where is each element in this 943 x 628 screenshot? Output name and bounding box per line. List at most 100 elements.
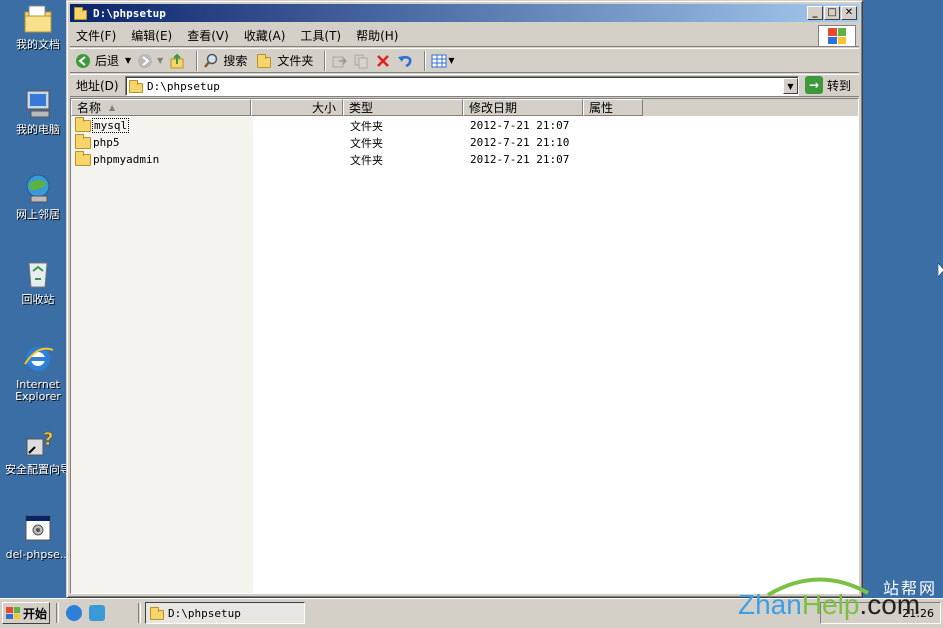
desktop-icon-network[interactable]: 网上邻居: [0, 172, 76, 221]
table-row[interactable]: php5 文件夹 2012-7-21 21:10: [71, 133, 858, 151]
back-dropdown-icon[interactable]: ▼: [125, 56, 131, 65]
menu-file[interactable]: 文件(F): [76, 27, 116, 44]
folders-label: 文件夹: [277, 54, 314, 68]
table-row[interactable]: mysql 文件夹 2012-7-21 21:07: [71, 116, 858, 134]
desktop-icon-label: Internet Explorer: [15, 379, 61, 403]
menu-edit[interactable]: 编辑(E): [131, 27, 172, 44]
folders-icon: [257, 53, 272, 68]
views-grid-icon: [431, 54, 447, 67]
menu-favorites[interactable]: 收藏(A): [244, 27, 286, 44]
table-row[interactable]: phpmyadmin 文件夹 2012-7-21 21:07: [71, 150, 858, 168]
back-label: 后退: [95, 54, 120, 68]
menu-view[interactable]: 查看(V): [187, 27, 229, 44]
minimize-button[interactable]: _: [807, 6, 823, 20]
address-value: D:\phpsetup: [147, 79, 220, 93]
column-header-attributes[interactable]: 属性: [583, 99, 643, 116]
undo-icon: [398, 55, 412, 67]
search-button[interactable]: 搜索: [203, 50, 247, 72]
address-input[interactable]: D:\phpsetup ▼: [125, 76, 799, 96]
desktop-icon-label: 回收站: [21, 294, 55, 306]
column-header-row: 名称 ▲ 大小 类型 修改日期 属性: [71, 99, 858, 116]
quicklaunch-separator: [56, 603, 59, 623]
folders-button[interactable]: 文件夹: [257, 50, 313, 72]
toolbar-separator: [196, 50, 199, 71]
delete-x-icon: [377, 54, 390, 67]
file-type: 文件夹: [350, 119, 383, 133]
desktop-icon-security-wizard[interactable]: ? 安全配置向导: [0, 427, 76, 476]
toolbar-separator: [324, 50, 327, 71]
file-type: 文件夹: [350, 136, 383, 150]
column-header-type[interactable]: 类型: [343, 99, 463, 116]
folder-icon: [75, 150, 91, 166]
menu-bar: 文件(F) 编辑(E) 查看(V) 收藏(A) 工具(T) 帮助(H): [70, 25, 859, 47]
column-header-size[interactable]: 大小: [251, 99, 343, 116]
mouse-cursor-icon: [938, 263, 943, 277]
batch-file-icon: [21, 512, 55, 546]
toolbar-separator: [424, 50, 427, 71]
standard-toolbar: 后退 ▼ ▼ 搜索 文件夹 ▼: [70, 48, 859, 73]
taskbar-separator: [138, 603, 141, 623]
folder-icon: [75, 116, 91, 132]
column-header-modified[interactable]: 修改日期: [463, 99, 583, 116]
search-icon: [204, 53, 218, 68]
my-documents-icon: [21, 2, 55, 36]
desktop-icon-my-computer[interactable]: 我的电脑: [0, 87, 76, 136]
file-type: 文件夹: [350, 153, 383, 167]
menu-tools[interactable]: 工具(T): [300, 27, 341, 44]
start-label: 开始: [23, 606, 48, 621]
folder-icon: [129, 79, 143, 93]
file-rows: mysql 文件夹 2012-7-21 21:07 php5 文件夹 2012-…: [71, 116, 858, 168]
network-places-icon: [21, 172, 55, 206]
window-title: D:\phpsetup: [93, 6, 166, 20]
svg-text:?: ?: [43, 429, 53, 450]
forward-button[interactable]: ▼: [137, 50, 163, 72]
close-button[interactable]: ✕: [841, 6, 857, 20]
forward-dropdown-icon[interactable]: ▼: [157, 56, 163, 65]
desktop-icon-my-documents[interactable]: 我的文档: [0, 2, 76, 51]
file-modified: 2012-7-21 21:10: [470, 136, 570, 149]
back-arrow-icon: [76, 53, 90, 68]
file-list-view[interactable]: 名称 ▲ 大小 类型 修改日期 属性 mysql 文件夹 2012-7-21 2…: [70, 98, 859, 594]
maximize-button[interactable]: □: [824, 6, 840, 20]
security-wizard-icon: ?: [21, 427, 55, 461]
windows-flag-icon: [6, 607, 20, 619]
explorer-window: D:\phpsetup _ □ ✕ 文件(F) 编辑(E) 查看(V) 收藏(A…: [66, 0, 863, 598]
file-modified: 2012-7-21 21:07: [470, 153, 570, 166]
desktop-icon-recycle-bin[interactable]: 回收站: [0, 257, 76, 306]
menu-help[interactable]: 帮助(H): [356, 27, 398, 44]
file-name: mysql: [91, 118, 130, 133]
views-dropdown-icon: ▼: [448, 56, 455, 65]
desktop-icon-label: 安全配置向导: [5, 464, 71, 476]
desktop-icon-label: 我的文档: [16, 39, 60, 51]
move-to-icon: [332, 56, 348, 67]
quicklaunch-browser-icon[interactable]: [89, 605, 105, 621]
folder-icon: [74, 6, 87, 20]
desktop-icon-label: 网上邻居: [16, 209, 60, 221]
column-header-name[interactable]: 名称 ▲: [71, 99, 251, 116]
go-button[interactable]: → 转到: [805, 76, 851, 94]
up-button[interactable]: [169, 50, 185, 72]
my-computer-icon: [21, 87, 55, 121]
desktop-icon-label: 我的电脑: [16, 124, 60, 136]
go-arrow-icon: →: [805, 76, 823, 94]
taskbar-item-explorer[interactable]: D:\phpsetup: [145, 602, 305, 624]
sort-ascending-icon: ▲: [109, 103, 116, 112]
zhanhelp-watermark-logo: 站帮网 ZhanHelp.com: [738, 577, 937, 620]
undo-button[interactable]: [397, 50, 413, 72]
search-label: 搜索: [223, 54, 248, 68]
move-to-button[interactable]: [331, 50, 348, 72]
copy-to-button[interactable]: [353, 50, 369, 72]
back-button[interactable]: 后退 ▼: [75, 50, 131, 72]
folder-icon: [150, 606, 164, 620]
desktop-icon-ie[interactable]: Internet Explorer: [0, 342, 76, 403]
forward-arrow-icon: [138, 53, 153, 68]
title-bar[interactable]: D:\phpsetup _ □ ✕: [70, 4, 859, 22]
start-button[interactable]: 开始: [2, 602, 50, 624]
views-button[interactable]: ▼: [431, 50, 455, 72]
windows-logo-icon: [818, 25, 856, 47]
copy-to-icon: [354, 54, 368, 68]
delete-button[interactable]: [375, 50, 391, 72]
quicklaunch-ie-icon[interactable]: [66, 605, 82, 621]
desktop-icon-del-phpsetup[interactable]: del-phpse...: [0, 512, 76, 561]
address-dropdown-button[interactable]: ▼: [783, 78, 798, 94]
